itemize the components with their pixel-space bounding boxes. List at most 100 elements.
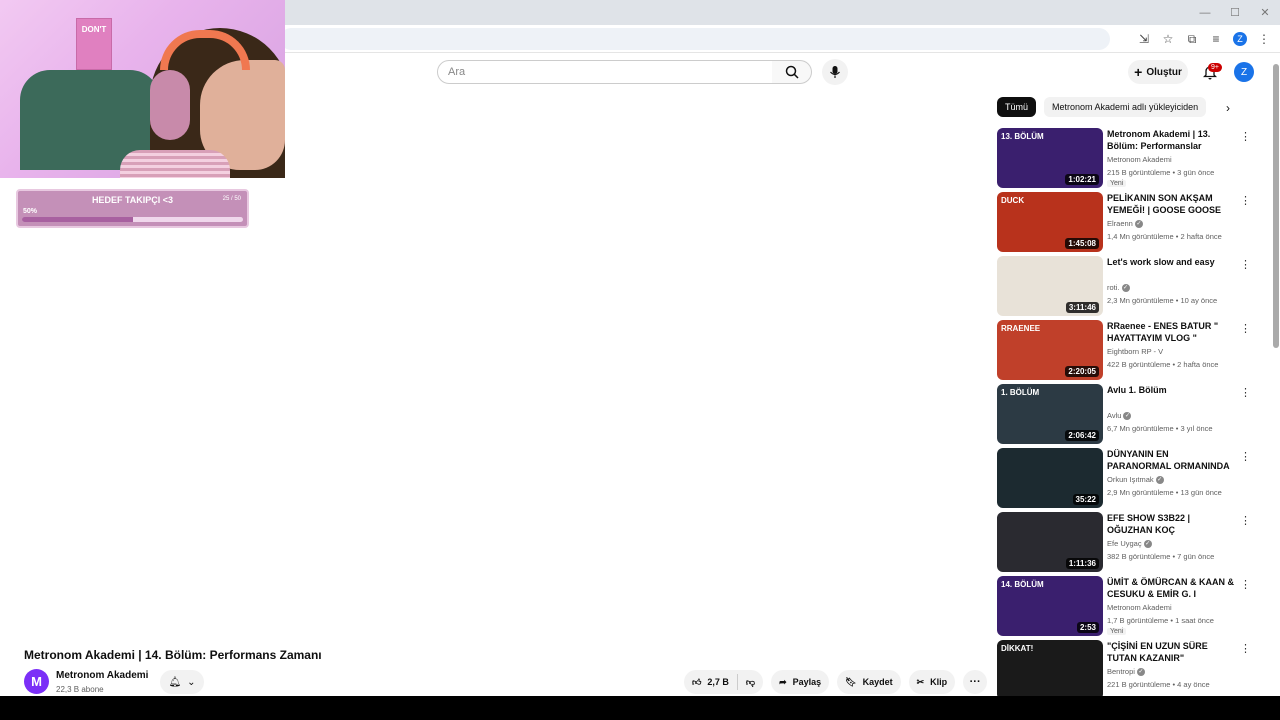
page-scrollbar[interactable] [1273,60,1279,696]
subscription-notification-button[interactable]: 🔔︎ ⌄ [160,670,204,694]
recommendation-title[interactable]: Avlu 1. Bölüm [1107,384,1235,396]
video-duration: 1:45:08 [1065,238,1099,249]
bookmark-star-icon[interactable]: ☆ [1158,29,1178,49]
recommendation-channel[interactable]: Efe Uygaç ✓ [1107,539,1152,549]
channel-label: roti. [1107,283,1120,292]
goal-progress-fill [22,217,133,222]
more-vert-icon[interactable]: ⋮ [1240,130,1251,143]
recommendation-channel[interactable]: Bentropi ✓ [1107,667,1145,677]
search-icon [785,65,799,79]
video-thumbnail[interactable]: 35:22 [997,448,1103,508]
thumbnail-text: DİKKAT! [1001,644,1034,653]
recommendation-title[interactable]: EFE SHOW S3B22 | OĞUZHAN KOÇ [1107,512,1235,536]
video-thumbnail[interactable]: RRAENEE 2:20:05 [997,320,1103,380]
goal-progress-track [22,217,243,222]
recommendation-item[interactable]: DUCK 1:45:08 PELİKANIN SON AKŞAM YEMEĞİ! |… [997,192,1251,252]
recommendation-meta: 382 B görüntüleme • 7 gün önce [1107,552,1215,561]
video-thumbnail[interactable]: 14. BÖLÜM 2:53 [997,576,1103,636]
recommendation-title[interactable]: ÜMİT & ÖMÜRCAN & KAAN & CESUKU & EMİR G.… [1107,576,1235,600]
voice-search-button[interactable] [822,59,848,85]
channel-avatar[interactable]: M [24,669,49,694]
recommendation-channel[interactable]: Metronom Akademi [1107,155,1172,164]
recommendation-channel[interactable]: Elraenn ✓ [1107,219,1143,229]
streamer-shirt [120,150,230,178]
recommendation-title[interactable]: "ÇİŞİNİ EN UZUN SÜRE TUTAN KAZANIR" YARI… [1107,640,1235,664]
like-button[interactable]: 👍︎ 2,7 B [684,674,738,690]
like-dislike-group: 👍︎ 2,7 B 👎︎ [684,670,764,694]
maximize-icon[interactable]: ☐ [1220,0,1250,25]
verified-check-icon: ✓ [1143,540,1152,549]
video-thumbnail[interactable]: DUCK 1:45:08 [997,192,1103,252]
recommendation-title[interactable]: RRaenee - ENES BATUR " HAYATTAYIM VLOG "… [1107,320,1235,344]
dislike-button[interactable]: 👎︎ [738,677,763,688]
more-vert-icon[interactable]: ⋮ [1240,386,1251,399]
thumbnail-text: 14. BÖLÜM [1001,580,1044,589]
video-thumbnail[interactable]: 1. BÖLÜM 2:06:42 [997,384,1103,444]
recommendation-item[interactable]: 35:22 DÜNYANIN EN PARANORMAL ORMANINDA 1 … [997,448,1251,508]
verified-check-icon: ✓ [1136,668,1145,677]
channel-label: Efe Uygaç [1107,539,1142,548]
recommendation-channel[interactable]: Orkun Işıtmak ✓ [1107,475,1164,485]
recommendation-meta: 2,3 Mn görüntüleme • 10 ay önce [1107,296,1218,305]
recommendation-channel[interactable]: Metronom Akademi [1107,603,1172,612]
video-duration: 2:06:42 [1065,430,1099,441]
recommendation-item[interactable]: RRAENEE 2:20:05 RRaenee - ENES BATUR " HAY… [997,320,1251,380]
video-thumbnail[interactable]: 3:11:46 [997,256,1103,316]
browser-icons: ⇲ ☆ ⧉ ≡ Z ⋮ [1134,29,1274,49]
recommendation-item[interactable]: 3:11:46 Let's work slow and easy roti. ✓ 2,3… [997,256,1251,316]
bookmark-icon: 🔖︎ [845,676,857,687]
more-actions-button[interactable]: ··· [963,670,988,694]
save-button[interactable]: 🔖︎ Kaydet [837,670,901,694]
chip-all[interactable]: Tümü [997,97,1037,117]
recommendation-title[interactable]: DÜNYANIN EN PARANORMAL ORMANINDA 1 GECE! [1107,448,1235,472]
webcam-overlay: DON'T [0,0,285,178]
more-vert-icon[interactable]: ⋮ [1240,322,1251,335]
video-thumbnail[interactable]: 1:11:36 [997,512,1103,572]
profile-button[interactable]: Z [1230,29,1250,49]
recommendation-title[interactable]: Metronom Akademi | 13. Bölüm: Performans… [1107,128,1235,152]
address-bar[interactable] [280,28,1110,50]
recommendation-channel[interactable]: roti. ✓ [1107,283,1130,293]
recommendation-item[interactable]: 13. BÖLÜM 1:02:21 Metronom Akademi | 13. B… [997,128,1251,188]
chip-from-uploader[interactable]: Metronom Akademi adlı yükleyiciden [1044,97,1207,117]
recommendation-item[interactable]: 1:11:36 EFE SHOW S3B22 | OĞUZHAN KOÇ Efe U… [997,512,1251,572]
chevron-right-icon[interactable]: › [1226,101,1230,115]
minimize-icon[interactable]: — [1190,0,1220,25]
more-vert-icon[interactable]: ⋮ [1240,514,1251,527]
subscriber-count: 22,3 B abone [56,685,104,694]
channel-label: Elraenn [1107,219,1133,228]
headphone-earcup [150,70,190,140]
clip-button[interactable]: ✂ Klip [908,670,956,694]
more-vert-icon[interactable]: ⋮ [1240,578,1251,591]
install-app-icon[interactable]: ⇲ [1134,29,1154,49]
recommendation-title[interactable]: PELİKANIN SON AKŞAM YEMEĞİ! | GOOSE GOOS… [1107,192,1235,216]
recommendation-item[interactable]: 1. BÖLÜM 2:06:42 Avlu 1. Bölüm Avlu ✓ 6,7 Mn … [997,384,1251,444]
share-button[interactable]: ➦ Paylaş [771,670,830,694]
more-vert-icon[interactable]: ⋮ [1240,450,1251,463]
account-avatar[interactable]: Z [1234,62,1254,82]
create-button[interactable]: + Oluştur [1128,60,1188,84]
recommendation-item[interactable]: 14. BÖLÜM 2:53 ÜMİT & ÖMÜRCAN & KAAN & CES… [997,576,1251,636]
more-vert-icon[interactable]: ⋮ [1240,194,1251,207]
scrollbar-thumb[interactable] [1273,64,1279,348]
more-vert-icon[interactable]: ⋮ [1240,258,1251,271]
recommendation-channel[interactable]: Avlu ✓ [1107,411,1132,421]
search-button[interactable] [772,60,812,84]
video-thumbnail[interactable]: 13. BÖLÜM 1:02:21 [997,128,1103,188]
goal-count: 25 / 50 [222,196,241,202]
recommendation-item[interactable]: DİKKAT! "ÇİŞİNİ EN UZUN SÜRE TUTAN KAZANI… [997,640,1251,700]
browser-menu-icon[interactable]: ⋮ [1254,29,1274,49]
search-input[interactable]: Ara [437,60,773,84]
video-thumbnail[interactable]: DİKKAT! [997,640,1103,700]
extensions-icon[interactable]: ⧉ [1182,29,1202,49]
media-control-icon[interactable]: ≡ [1206,29,1226,49]
close-icon[interactable]: ✕ [1250,0,1280,25]
channel-label: Metronom Akademi [1107,603,1172,612]
recommendation-meta: 422 B görüntüleme • 2 hafta önce [1107,360,1219,369]
recommendation-title[interactable]: Let's work slow and easy [1107,256,1235,268]
wall-poster: DON'T [76,18,112,70]
channel-name[interactable]: Metronom Akademi [56,670,148,681]
recommendation-channel[interactable]: Eightborn RP - V [1107,347,1163,356]
more-vert-icon[interactable]: ⋮ [1240,642,1251,655]
plus-icon: + [1134,64,1143,80]
